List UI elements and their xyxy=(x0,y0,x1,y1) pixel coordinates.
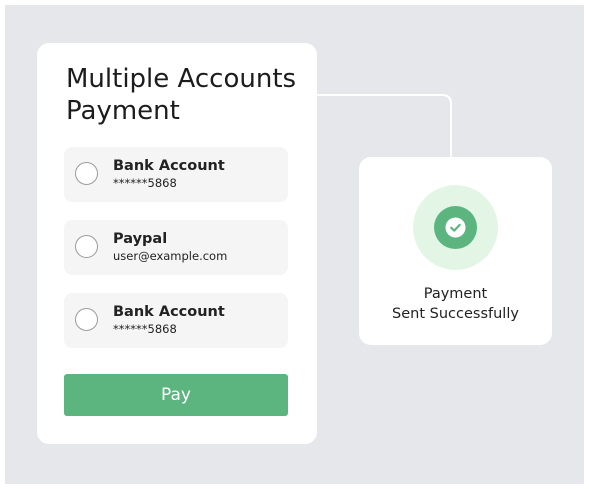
account-option-paypal[interactable]: Paypal user@example.com xyxy=(64,220,288,275)
radio-button[interactable] xyxy=(75,162,98,185)
account-detail: ******5868 xyxy=(113,322,177,336)
payment-card: Multiple Accounts Payment Bank Account *… xyxy=(37,43,317,444)
account-option-bank-1[interactable]: Bank Account ******5868 xyxy=(64,147,288,202)
success-message: Payment Sent Successfully xyxy=(359,284,552,324)
account-option-bank-2[interactable]: Bank Account ******5868 xyxy=(64,293,288,348)
success-badge xyxy=(413,185,498,270)
account-detail: ******5868 xyxy=(113,176,177,190)
account-name: Bank Account xyxy=(113,304,225,320)
account-name: Paypal xyxy=(113,231,168,247)
radio-button[interactable] xyxy=(75,308,98,331)
radio-button[interactable] xyxy=(75,235,98,258)
check-circle-icon xyxy=(434,206,477,249)
account-name: Bank Account xyxy=(113,158,225,174)
page-title: Multiple Accounts Payment xyxy=(66,64,297,126)
check-icon xyxy=(445,217,466,238)
account-detail: user@example.com xyxy=(113,249,228,263)
pay-button[interactable]: Pay xyxy=(64,374,288,416)
success-card: Payment Sent Successfully xyxy=(359,157,552,345)
success-line-1: Payment xyxy=(423,286,488,302)
success-line-2: Sent Successfully xyxy=(392,306,519,322)
